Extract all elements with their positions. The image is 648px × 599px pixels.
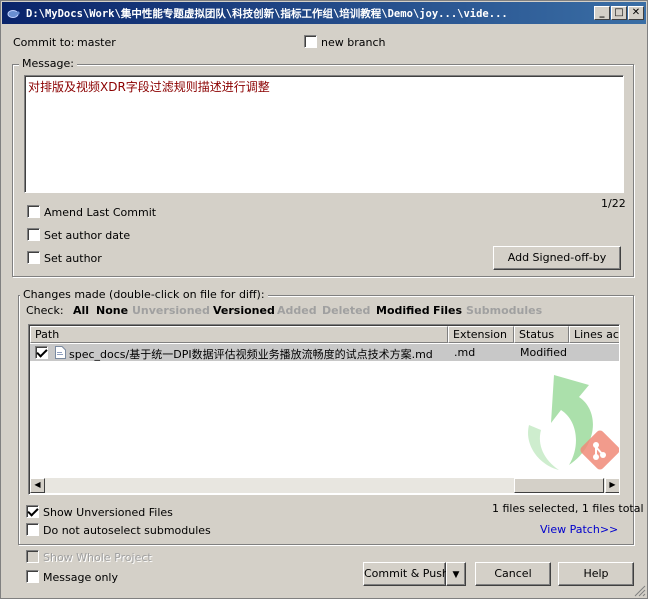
minimize-button[interactable]: _	[594, 6, 610, 20]
close-button[interactable]: ✕	[628, 6, 644, 20]
no-autoselect-submodules-checkbox[interactable]	[26, 523, 39, 536]
resize-grip-icon[interactable]	[634, 585, 646, 597]
show-unversioned-label: Show Unversioned Files	[43, 506, 173, 519]
check-none-link[interactable]: None	[96, 304, 128, 317]
help-button[interactable]: Help	[558, 562, 634, 586]
window-title: D:\MyDocs\Work\集中性能专题虚拟团队\科技创新\指标工作组\培训教…	[26, 8, 508, 20]
set-author-checkbox[interactable]	[27, 251, 40, 264]
changes-legend: Changes made (double-click on file for d…	[20, 288, 268, 301]
file-checkbox[interactable]	[35, 346, 48, 359]
file-path: spec_docs/基于统一DPI数据评估视频业务播放流畅度的试点技术方案.md	[69, 348, 433, 361]
set-author-date-label: Set author date	[44, 229, 131, 242]
chevron-down-icon: ▼	[452, 570, 460, 580]
cancel-button[interactable]: Cancel	[475, 562, 551, 586]
column-header-path[interactable]: Path	[30, 326, 448, 343]
show-whole-project-label: Show Whole Project	[43, 551, 152, 564]
file-status: Modified	[520, 346, 567, 359]
message-line-counter: 1/22	[601, 197, 626, 210]
message-legend: Message:	[19, 57, 77, 70]
set-author-label: Set author	[44, 252, 102, 265]
message-only-checkbox[interactable]	[26, 570, 39, 583]
commit-dialog: D:\MyDocs\Work\集中性能专题虚拟团队\科技创新\指标工作组\培训教…	[0, 0, 648, 599]
check-added-link[interactable]: Added	[277, 304, 317, 317]
tortoise-app-icon	[7, 10, 20, 18]
show-unversioned-checkbox[interactable]	[26, 505, 39, 518]
maximize-button[interactable]: □	[611, 6, 627, 20]
check-versioned-link[interactable]: Versioned	[213, 304, 275, 317]
check-modified-link[interactable]: Modified	[376, 304, 430, 317]
commit-dropdown-button[interactable]: ▼	[446, 562, 466, 586]
check-deleted-link[interactable]: Deleted	[322, 304, 370, 317]
branch-name: master	[77, 36, 116, 49]
scrollbar-thumb[interactable]	[514, 478, 604, 493]
check-unversioned-link[interactable]: Unversioned	[132, 304, 210, 317]
title-bar[interactable]: D:\MyDocs\Work\集中性能专题虚拟团队\科技创新\指标工作组\培训教…	[2, 2, 646, 24]
amend-last-commit-checkbox[interactable]	[27, 205, 40, 218]
commit-push-button[interactable]: Commit & Push	[363, 562, 449, 586]
column-header-status[interactable]: Status	[514, 326, 569, 343]
selection-summary: 1 files selected, 1 files total	[492, 502, 644, 515]
column-header-lines-added[interactable]: Lines ac	[569, 326, 619, 343]
check-files-link[interactable]: Files	[433, 304, 462, 317]
file-icon	[55, 346, 66, 359]
no-autoselect-submodules-label: Do not autoselect submodules	[43, 524, 211, 537]
column-header-extension[interactable]: Extension	[448, 326, 514, 343]
new-branch-checkbox[interactable]	[304, 35, 317, 48]
set-author-date-checkbox[interactable]	[27, 228, 40, 241]
check-all-link[interactable]: All	[73, 304, 89, 317]
message-only-label: Message only	[43, 571, 118, 584]
add-signed-off-by-button[interactable]: Add Signed-off-by	[493, 246, 621, 270]
message-textarea[interactable]: 对排版及视频XDR字段过滤规则描述进行调整	[24, 75, 624, 193]
show-whole-project-checkbox[interactable]	[26, 550, 39, 563]
check-submodules-link[interactable]: Submodules	[466, 304, 542, 317]
file-extension: .md	[454, 346, 476, 359]
git-logo-watermark-icon	[528, 375, 619, 470]
check-label: Check:	[26, 304, 64, 317]
message-text: 对排版及视频XDR字段过滤规则描述进行调整	[28, 80, 270, 94]
scroll-left-icon[interactable]: ◀	[30, 478, 45, 493]
new-branch-label: new branch	[321, 36, 386, 49]
horizontal-scrollbar[interactable]: ◀ ▶	[30, 478, 619, 493]
table-row[interactable]: spec_docs/基于统一DPI数据评估视频业务播放流畅度的试点技术方案.md…	[30, 344, 619, 361]
scroll-right-icon[interactable]: ▶	[605, 478, 619, 493]
amend-last-commit-label: Amend Last Commit	[44, 206, 157, 219]
changed-files-list[interactable]: Path Extension Status Lines ac spec_docs…	[28, 324, 620, 495]
commit-to-label: Commit to:	[13, 36, 75, 49]
view-patch-link[interactable]: View Patch>>	[540, 523, 618, 536]
